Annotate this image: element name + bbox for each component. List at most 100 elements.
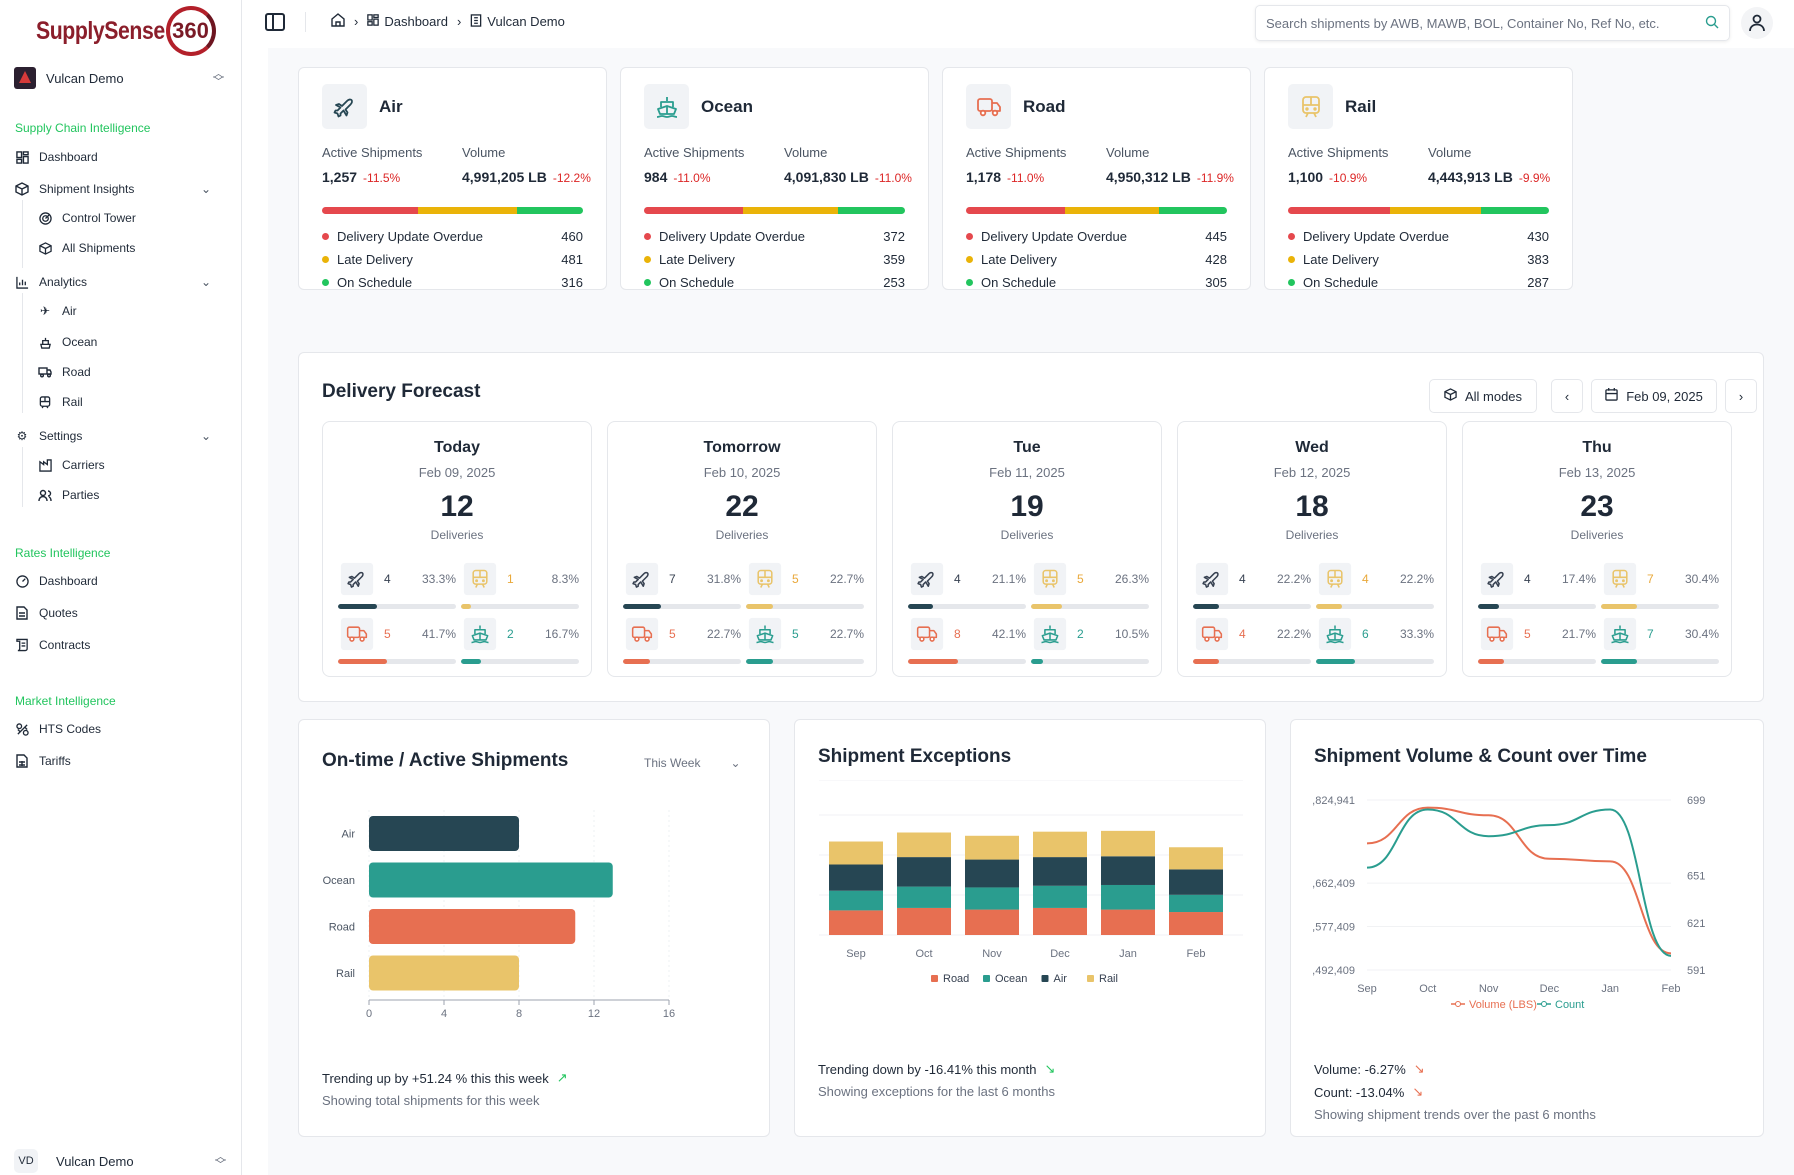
period-select[interactable]: This Week ⌄: [644, 756, 741, 770]
forecast-mode-progress: [1193, 659, 1311, 664]
sidebar-item-dashboard[interactable]: Dashboard: [15, 146, 215, 168]
sidebar-item-road[interactable]: Road: [38, 361, 208, 383]
forecast-day-card[interactable]: Wed Feb 12, 2025 18 Deliveries 4 22.2% 4…: [1177, 421, 1447, 677]
ontime-bar-chart: 0 4 8 12 16 Air Ocean Road Rail: [323, 810, 675, 1020]
status-row[interactable]: On Schedule 287: [1288, 275, 1549, 290]
mode-filter-label: All modes: [1464, 388, 1523, 404]
forecast-mode-count: 2: [507, 627, 514, 641]
forecast-day-card[interactable]: Today Feb 09, 2025 12 Deliveries 4 33.3%…: [322, 421, 592, 677]
right-axis-tick: 591: [1687, 965, 1705, 977]
top-bar: › Dashboard › Vulcan Demo: [243, 0, 1794, 46]
chevrons-updown-icon: ︿ ﹀: [215, 1151, 226, 1171]
sidebar-item-air[interactable]: ✈ Air: [38, 300, 208, 322]
sidebar-item-ocean[interactable]: Ocean: [38, 331, 208, 353]
forecast-count: 19: [1010, 490, 1044, 523]
status-dot: [322, 233, 329, 240]
search-input[interactable]: [1266, 15, 1705, 31]
status-distribution-bar: [966, 207, 1227, 214]
sidebar-item-rates-dashboard[interactable]: Dashboard: [15, 570, 215, 592]
breadcrumb-dashboard[interactable]: Dashboard: [384, 14, 448, 29]
status-bar-segment: [644, 207, 743, 214]
sidebar-item-label: Rail: [62, 395, 83, 409]
forecast-day-card[interactable]: Tue Feb 11, 2025 19 Deliveries 4 21.1% 5…: [892, 421, 1162, 677]
legend-swatch: [983, 975, 990, 982]
active-shipments-label: Active Shipments: [322, 145, 423, 160]
mode-card-header: Road: [966, 84, 1066, 129]
sidebar-item-hts-codes[interactable]: HTS Codes: [15, 718, 215, 740]
status-label: On Schedule: [1303, 275, 1379, 290]
progress-fill: [1031, 659, 1044, 664]
status-label: Delivery Update Overdue: [337, 229, 483, 244]
air-mode-icon: [322, 84, 367, 129]
x-tick-label: Dec: [1050, 948, 1070, 960]
sidebar-item-rail[interactable]: Rail: [38, 391, 208, 413]
user-profile-button[interactable]: [1741, 7, 1773, 39]
home-icon[interactable]: [331, 13, 345, 30]
status-row[interactable]: On Schedule 316: [322, 275, 583, 290]
status-row[interactable]: Delivery Update Overdue 430: [1288, 229, 1549, 244]
forecast-mode-progress: [623, 659, 741, 664]
forecast-mode-pct: 8.3%: [551, 572, 579, 586]
rail-mode-icon: [1318, 562, 1352, 596]
sidebar-item-parties[interactable]: Parties: [38, 484, 208, 506]
mode-card-road[interactable]: Road Active Shipments Volume 1,178 -11.0%…: [942, 67, 1251, 290]
forecast-count: 23: [1580, 490, 1614, 523]
bar-segment-rail: [1101, 830, 1155, 857]
status-row[interactable]: Late Delivery 359: [644, 252, 905, 267]
forecast-day-card[interactable]: Tomorrow Feb 10, 2025 22 Deliveries 7 31…: [607, 421, 877, 677]
x-tick-label: Jan: [1601, 983, 1619, 995]
sidebar-item-contracts[interactable]: Contracts: [15, 634, 215, 656]
prev-date-button[interactable]: ‹: [1551, 379, 1583, 413]
mode-filter-button[interactable]: All modes: [1429, 379, 1537, 413]
mode-card-rail[interactable]: Rail Active Shipments Volume 1,100 -10.9%…: [1264, 67, 1573, 290]
status-dot: [1288, 256, 1295, 263]
sidebar-item-settings[interactable]: ⚙ Settings ⌄: [15, 425, 215, 447]
forecast-mode-count: 6: [1362, 627, 1369, 641]
legend-count: Count: [1537, 999, 1584, 1011]
legend-label: Air: [1054, 973, 1068, 985]
forecast-mode-count: 4: [1239, 627, 1246, 641]
sidebar-item-shipment-insights[interactable]: Shipment Insights ⌄: [15, 178, 215, 200]
status-row[interactable]: On Schedule 253: [644, 275, 905, 290]
forecast-day-card[interactable]: Thu Feb 13, 2025 23 Deliveries 4 17.4% 7…: [1462, 421, 1732, 677]
mode-card-ocean[interactable]: Ocean Active Shipments Volume 984 -11.0% …: [620, 67, 929, 290]
ontime-trend: Trending up by +51.24 % this this week ↗: [322, 1070, 568, 1086]
status-row[interactable]: Late Delivery 383: [1288, 252, 1549, 267]
forecast-mode-rail: 5 26.3%: [1031, 560, 1149, 614]
status-row[interactable]: Late Delivery 481: [322, 252, 583, 267]
org-switcher[interactable]: Vulcan Demo ︿ ﹀: [14, 66, 224, 90]
next-date-button[interactable]: ›: [1725, 379, 1757, 413]
status-row[interactable]: Late Delivery 428: [966, 252, 1227, 267]
progress-fill: [623, 659, 650, 664]
sidebar-item-label: Tariffs: [39, 754, 71, 768]
user-menu[interactable]: VD Vulcan Demo ︿ ﹀: [14, 1148, 226, 1174]
search-icon[interactable]: [1705, 15, 1719, 32]
progress-fill: [746, 604, 773, 609]
status-row[interactable]: Delivery Update Overdue 445: [966, 229, 1227, 244]
sidebar-item-carriers[interactable]: Carriers: [38, 454, 208, 476]
status-row[interactable]: On Schedule 305: [966, 275, 1227, 290]
mode-card-air[interactable]: Air Active Shipments Volume 1,257 -11.5% …: [298, 67, 607, 290]
sidebar-item-label: All Shipments: [62, 241, 136, 255]
status-count: 445: [1205, 229, 1227, 244]
status-count: 430: [1527, 229, 1549, 244]
sidebar-item-analytics[interactable]: Analytics ⌄: [15, 271, 215, 293]
status-row[interactable]: Delivery Update Overdue 372: [644, 229, 905, 244]
sidebar-item-tariffs[interactable]: Tariffs: [15, 750, 215, 772]
sidebar-toggle-button[interactable]: [265, 13, 285, 31]
forecast-mode-count: 8: [954, 627, 961, 641]
status-row[interactable]: Delivery Update Overdue 460: [322, 229, 583, 244]
sidebar-item-quotes[interactable]: Quotes: [15, 602, 215, 624]
forecast-unit: Deliveries: [715, 528, 769, 542]
status-label: Delivery Update Overdue: [1303, 229, 1449, 244]
sidebar-item-label: HTS Codes: [39, 722, 102, 736]
ontime-chart-card: On-time / Active Shipments This Week ⌄ 0…: [298, 719, 770, 1137]
forecast-mode-pct: 33.3%: [1399, 627, 1434, 641]
forecast-day-date: Feb 10, 2025: [703, 465, 781, 480]
building-icon: [470, 13, 482, 30]
forecast-mode-count: 5: [792, 627, 799, 641]
date-picker-button[interactable]: Feb 09, 2025: [1591, 379, 1717, 413]
brand-logo[interactable]: SupplySense 360: [36, 6, 216, 56]
sidebar-item-control-tower[interactable]: Control Tower: [38, 207, 208, 229]
sidebar-item-all-shipments[interactable]: All Shipments: [38, 237, 208, 259]
